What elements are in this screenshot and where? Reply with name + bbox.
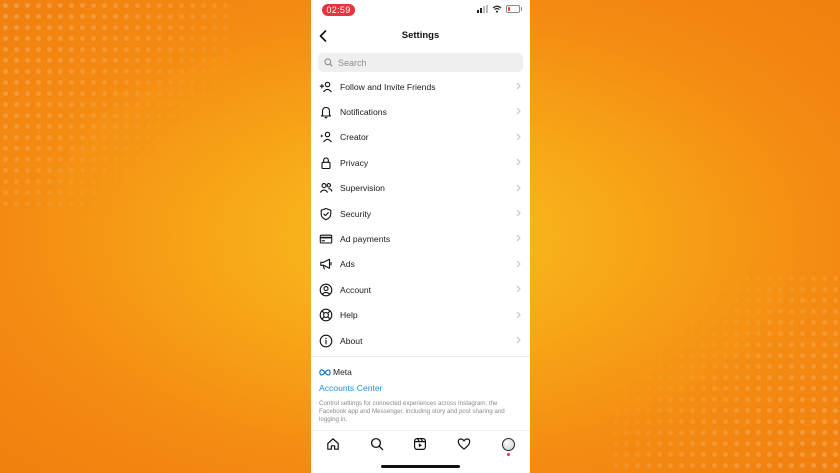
chevron-right-icon bbox=[516, 82, 521, 90]
menu-item-label: Supervision bbox=[340, 183, 385, 194]
battery-icon bbox=[506, 5, 522, 13]
menu-item-label: Help bbox=[340, 310, 358, 321]
search-placeholder: Search bbox=[338, 57, 367, 68]
menu-item-help[interactable]: Help bbox=[311, 303, 530, 328]
menu-item-about[interactable]: About bbox=[311, 328, 530, 353]
menu-item-label: Ad payments bbox=[340, 234, 391, 245]
accounts-center-link[interactable]: Accounts Center bbox=[319, 383, 522, 393]
chevron-right-icon bbox=[516, 184, 521, 191]
menu-item-follow-invite[interactable]: Follow and Invite Friends bbox=[311, 74, 530, 99]
wifi-icon bbox=[492, 5, 502, 13]
bottom-tab-bar bbox=[311, 430, 530, 457]
search-icon bbox=[370, 437, 383, 451]
signal-icon bbox=[477, 5, 488, 13]
menu-item-label: Creator bbox=[340, 132, 369, 143]
menu-item-account[interactable]: Account bbox=[311, 277, 530, 302]
menu-item-security[interactable]: Security bbox=[311, 201, 530, 226]
chevron-right-icon bbox=[516, 133, 521, 141]
menu-item-label: Notifications bbox=[340, 107, 387, 118]
creator-icon bbox=[319, 130, 333, 144]
status-time: 02:59 bbox=[322, 4, 355, 16]
credit-card-icon bbox=[319, 232, 333, 246]
user-circle-icon bbox=[319, 283, 333, 297]
chevron-right-icon bbox=[516, 336, 521, 344]
tab-activity[interactable] bbox=[455, 435, 473, 453]
chevron-right-icon bbox=[516, 260, 521, 268]
home-indicator[interactable] bbox=[381, 465, 460, 468]
menu-item-supervision[interactable]: Supervision bbox=[311, 176, 530, 201]
meta-infinity-icon bbox=[319, 369, 331, 376]
bell-icon bbox=[319, 105, 333, 119]
phone-screen: 02:59 Settings Search Follow and Invite … bbox=[311, 0, 530, 473]
add-person-icon bbox=[319, 80, 333, 94]
menu-item-notifications[interactable]: Notifications bbox=[311, 99, 530, 124]
menu-item-label: Account bbox=[340, 284, 372, 295]
menu-item-label: Ads bbox=[340, 259, 355, 270]
search-input[interactable]: Search bbox=[318, 53, 523, 72]
status-bar: 02:59 bbox=[311, 0, 530, 24]
status-icons bbox=[477, 5, 522, 13]
menu-item-privacy[interactable]: Privacy bbox=[311, 150, 530, 175]
settings-header: Settings bbox=[311, 24, 530, 48]
menu-item-creator[interactable]: Creator bbox=[311, 125, 530, 150]
accounts-center-description: Control settings for connected experienc… bbox=[319, 400, 505, 423]
heart-icon bbox=[457, 438, 471, 450]
chevron-right-icon bbox=[516, 108, 521, 115]
menu-item-label: About bbox=[340, 335, 363, 346]
tab-profile[interactable] bbox=[499, 435, 517, 456]
meta-logo-text: Meta bbox=[333, 367, 352, 378]
page-title: Settings bbox=[401, 30, 440, 41]
meta-logo: Meta bbox=[319, 367, 522, 377]
chevron-right-icon bbox=[516, 209, 521, 217]
menu-item-ad-payments[interactable]: Ad payments bbox=[311, 226, 530, 251]
chevron-right-icon bbox=[516, 234, 521, 242]
settings-menu: Follow and Invite Friends Notifications … bbox=[311, 74, 530, 353]
background-dots-bottom-right bbox=[610, 273, 840, 473]
chevron-right-icon bbox=[516, 158, 521, 166]
search-icon bbox=[324, 58, 333, 67]
profile-avatar bbox=[501, 437, 515, 451]
menu-item-label: Security bbox=[340, 208, 372, 219]
menu-item-ads[interactable]: Ads bbox=[311, 252, 530, 277]
home-icon bbox=[327, 438, 339, 450]
background-dots-top-left bbox=[0, 0, 230, 210]
menu-item-label: Follow and Invite Friends bbox=[340, 81, 436, 92]
tab-search[interactable] bbox=[368, 435, 386, 453]
lifebuoy-icon bbox=[319, 308, 333, 322]
info-icon bbox=[319, 334, 333, 348]
meta-section: Meta Accounts Center Control settings fo… bbox=[311, 356, 530, 423]
shield-icon bbox=[319, 207, 333, 221]
chevron-right-icon bbox=[516, 311, 521, 318]
megaphone-icon bbox=[319, 257, 333, 271]
tab-reels[interactable] bbox=[411, 435, 429, 453]
tab-home[interactable] bbox=[324, 435, 342, 453]
reels-icon bbox=[414, 438, 427, 451]
chevron-right-icon bbox=[516, 285, 521, 293]
notification-dot bbox=[506, 453, 510, 456]
people-icon bbox=[319, 181, 333, 195]
menu-item-label: Privacy bbox=[340, 157, 369, 168]
lock-icon bbox=[319, 156, 333, 170]
